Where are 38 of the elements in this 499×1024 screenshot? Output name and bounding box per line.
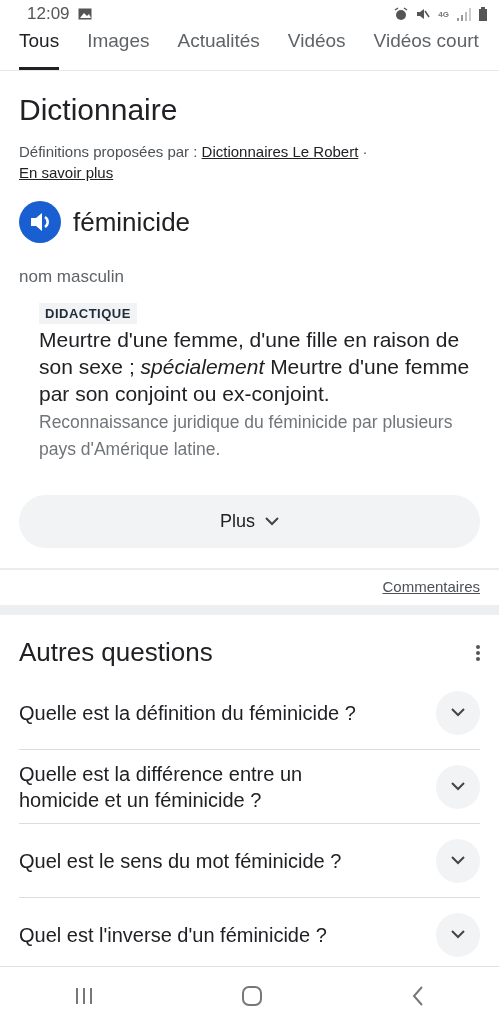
speaker-icon[interactable] [19, 201, 61, 243]
chevron-down-icon [451, 856, 465, 865]
tab[interactable]: Vidéos [287, 28, 360, 70]
tab[interactable]: Tous [19, 28, 60, 70]
question-text[interactable]: Quelle est la différence entre un homicide et un féminicide ? [19, 760, 379, 813]
learn-more-link[interactable]: En savoir plus [19, 164, 114, 181]
feedback-link[interactable]: Commentaires [382, 578, 480, 595]
usage-label: DIDACTIQUE [39, 303, 137, 324]
question-text[interactable]: Quelle est la définition du féminicide ? [19, 699, 356, 726]
chevron-down-icon [265, 517, 279, 526]
question-text[interactable]: Quel est le sens du mot féminicide ? [19, 847, 342, 874]
mute-icon [416, 7, 431, 21]
chevron-down-icon [451, 930, 465, 939]
alarm-icon [394, 7, 409, 21]
section-title: Autres questions [19, 637, 213, 668]
chevron-down-icon [451, 782, 465, 791]
chevron-down-icon [451, 708, 465, 717]
example-text: Reconnaissance juridique du féminicide par plusieurs pays d'Amérique latine. [39, 411, 454, 461]
more-button[interactable]: Plus [19, 495, 480, 548]
tab[interactable]: Images [87, 28, 164, 70]
section-title: Dictionnaire [19, 93, 179, 127]
source-link[interactable]: Dictionnaires Le Robert [201, 143, 359, 160]
tab[interactable]: Vidéos court [373, 28, 493, 70]
part-of-speech: nom masculin [19, 267, 125, 287]
signal-icon [457, 7, 471, 21]
tab[interactable]: Actualités [177, 28, 274, 70]
question-text[interactable]: Quel est l'inverse d'un féminicide ? [19, 921, 327, 948]
definition-text: Meurtre d'une femme, d'une fille en raison de son sexe ; spécialement Meurtre d'une femme par son conjoint ou ex-conjoint. [39, 327, 471, 407]
home-icon[interactable] [242, 985, 263, 1006]
clock: 12:09 [27, 4, 70, 24]
more-options-icon[interactable] [476, 644, 480, 661]
headword: féminicide [73, 206, 191, 238]
network-type: 4G [438, 9, 449, 19]
recent-apps-icon[interactable] [74, 986, 93, 1005]
image-icon [77, 8, 92, 20]
back-icon[interactable] [412, 985, 425, 1006]
attribution-text: Définitions proposées par : Dictionnaires Le Robert · En savoir plus [19, 142, 369, 183]
battery-icon [479, 7, 487, 21]
